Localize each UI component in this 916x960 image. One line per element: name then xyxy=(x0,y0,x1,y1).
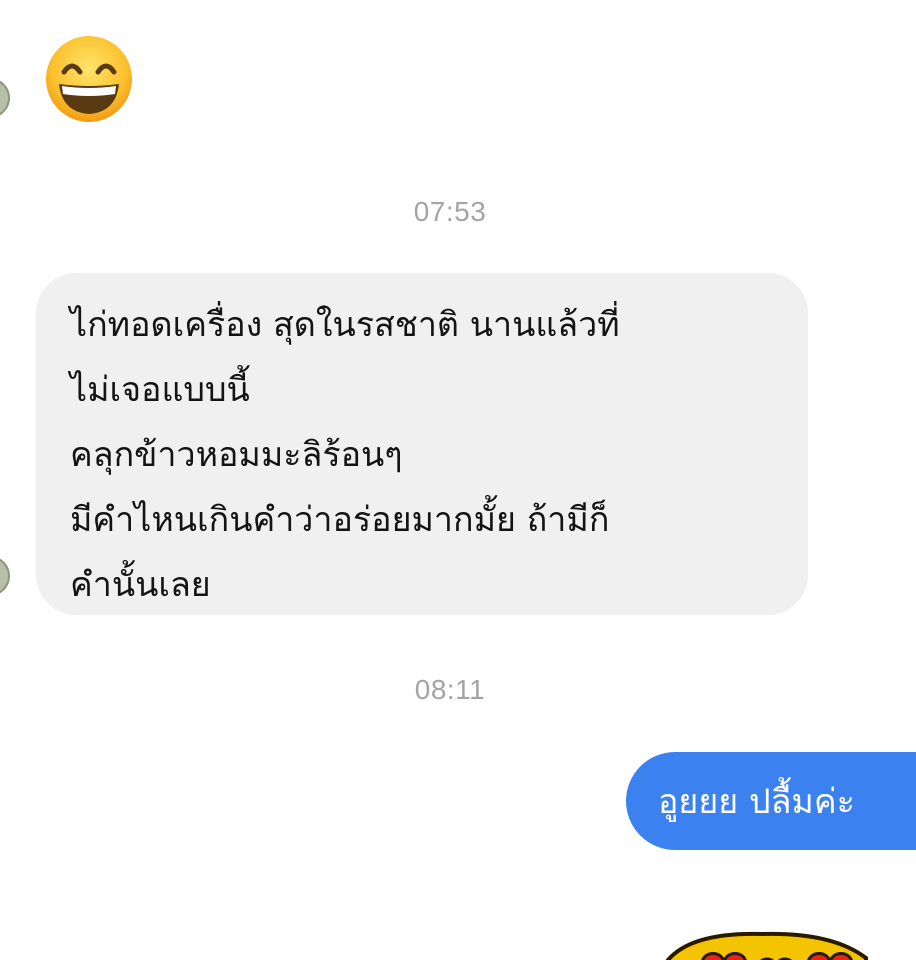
message-line: ไก่ทอดเครื่อง สุดในรสชาติ นานแล้วที่ xyxy=(70,305,620,345)
message-line: คำนั้นเลย xyxy=(70,565,211,605)
grinning-face-emoji-icon[interactable] xyxy=(44,34,134,124)
chat-thread: 07:53 ไก่ทอดเครื่อง สุดในรสชาติ นานแล้วท… xyxy=(0,0,916,960)
message-line: คลุกข้าวหอมมะลิร้อนๆ xyxy=(70,435,403,475)
sender-avatar[interactable] xyxy=(0,78,10,118)
message-line: มีคำไหนเกินคำว่าอร่อยมากมั้ย ถ้ามีก็ xyxy=(70,500,610,540)
incoming-message-bubble[interactable]: ไก่ทอดเครื่อง สุดในรสชาติ นานแล้วที่ ไม่… xyxy=(36,273,808,615)
timestamp: 07:53 xyxy=(413,196,487,227)
hearts-sticker-icon[interactable] xyxy=(662,930,872,960)
outgoing-message-text: อูยยย ปลื้มค่ะ xyxy=(658,782,855,822)
message-line: ไม่เจอแบบนี้ xyxy=(70,370,250,410)
timestamp: 08:11 xyxy=(414,674,486,705)
outgoing-message-bubble[interactable]: อูยยย ปลื้มค่ะ xyxy=(626,752,916,850)
sender-avatar[interactable] xyxy=(0,556,10,596)
